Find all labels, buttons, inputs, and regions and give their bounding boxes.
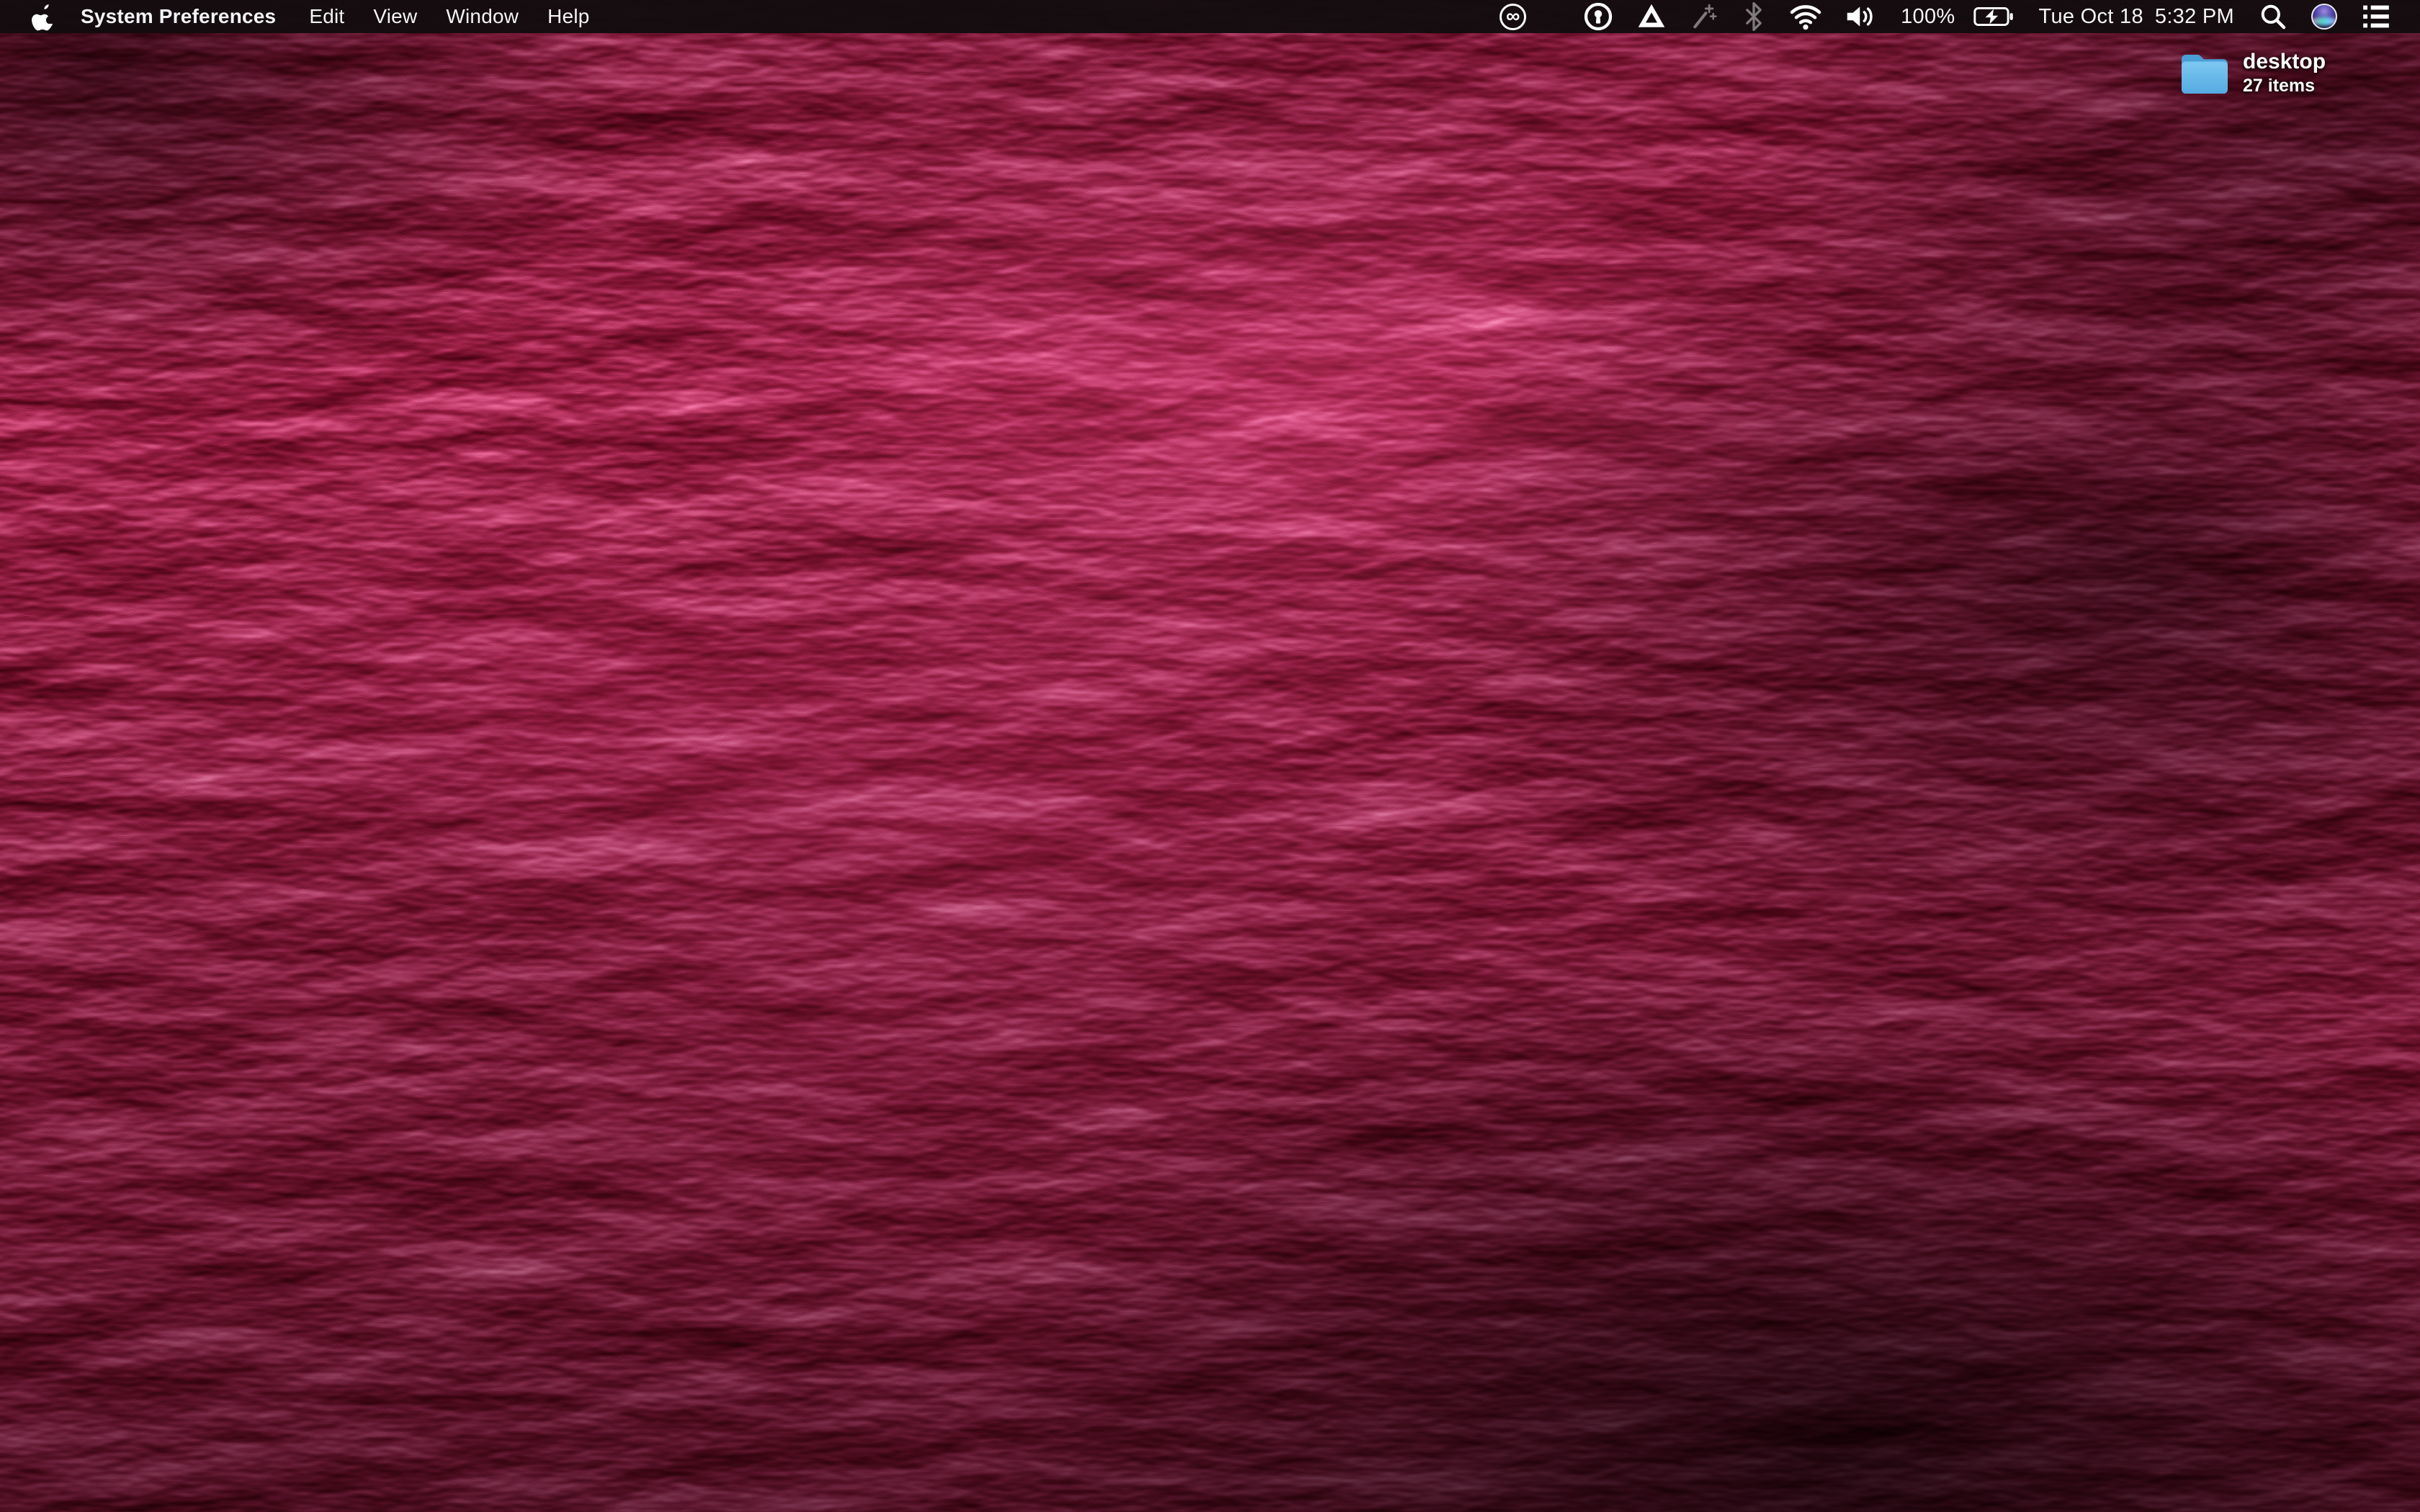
menu-window[interactable]: Window bbox=[431, 0, 533, 33]
magic-wand-icon bbox=[1690, 3, 1718, 30]
wifi-icon bbox=[1790, 3, 1821, 30]
wifi-menu-extra[interactable] bbox=[1778, 0, 1834, 33]
menu-bar-clock[interactable]: Tue Oct 18 5:32 PM bbox=[2026, 5, 2248, 29]
folder-name-label: desktop bbox=[2243, 50, 2326, 73]
siri-icon bbox=[2311, 4, 2337, 30]
folder-icon-graphic bbox=[2179, 53, 2230, 94]
bluetooth-icon bbox=[1742, 2, 1765, 31]
menu-edit[interactable]: Edit bbox=[295, 0, 359, 33]
volume-icon bbox=[1846, 4, 1876, 30]
magic-wand-menu-extra[interactable] bbox=[1678, 0, 1730, 33]
siri-color-wave bbox=[2311, 17, 2337, 25]
menu-bar-left: System Preferences Edit View Window Help bbox=[0, 0, 604, 33]
battery-percent-label: 100% bbox=[1901, 5, 1955, 29]
battery-charging-icon bbox=[1973, 6, 2014, 27]
folder-icon bbox=[2179, 53, 2230, 94]
apple-menu[interactable] bbox=[22, 0, 66, 33]
clock-date: Tue Oct 18 bbox=[2039, 5, 2143, 29]
creative-cloud-menu-extra[interactable]: ∞ bbox=[1487, 0, 1538, 33]
creative-cloud-icon: ∞ bbox=[1500, 4, 1526, 30]
notification-center-icon bbox=[2362, 4, 2390, 29]
notification-center-menu-extra[interactable] bbox=[2349, 0, 2403, 33]
battery-menu-extra[interactable] bbox=[1961, 0, 2026, 33]
volume-menu-extra[interactable] bbox=[1834, 0, 1888, 33]
creative-cloud-infinity-glyph: ∞ bbox=[1506, 6, 1520, 26]
menu-bar-status-area: ∞ bbox=[1487, 0, 2420, 33]
folder-item-count-label: 27 items bbox=[2243, 76, 2326, 96]
menu-help[interactable]: Help bbox=[533, 0, 604, 33]
menu-view[interactable]: View bbox=[359, 0, 431, 33]
onepassword-keyhole-icon bbox=[1584, 2, 1613, 31]
search-icon bbox=[2259, 3, 2287, 30]
clock-time: 5:32 PM bbox=[2155, 5, 2234, 29]
bluetooth-menu-extra[interactable] bbox=[1730, 0, 1778, 33]
folder-labels: desktop 27 items bbox=[2243, 50, 2326, 96]
desktop-folder-item[interactable]: desktop 27 items bbox=[2179, 50, 2326, 96]
menu-app-name[interactable]: System Preferences bbox=[66, 0, 295, 33]
spotlight-menu-extra[interactable] bbox=[2247, 0, 2299, 33]
menu-bar: System Preferences Edit View Window Help… bbox=[0, 0, 2420, 33]
onepassword-menu-extra[interactable] bbox=[1572, 0, 1625, 33]
battery-percentage[interactable]: 100% bbox=[1888, 0, 1960, 33]
google-drive-icon bbox=[1637, 4, 1666, 30]
apple-icon bbox=[32, 2, 56, 31]
siri-menu-extra[interactable] bbox=[2299, 0, 2349, 33]
google-drive-menu-extra[interactable] bbox=[1625, 0, 1678, 33]
desktop-wallpaper bbox=[0, 0, 2420, 1512]
wallpaper-waves-texture bbox=[0, 0, 2420, 1512]
